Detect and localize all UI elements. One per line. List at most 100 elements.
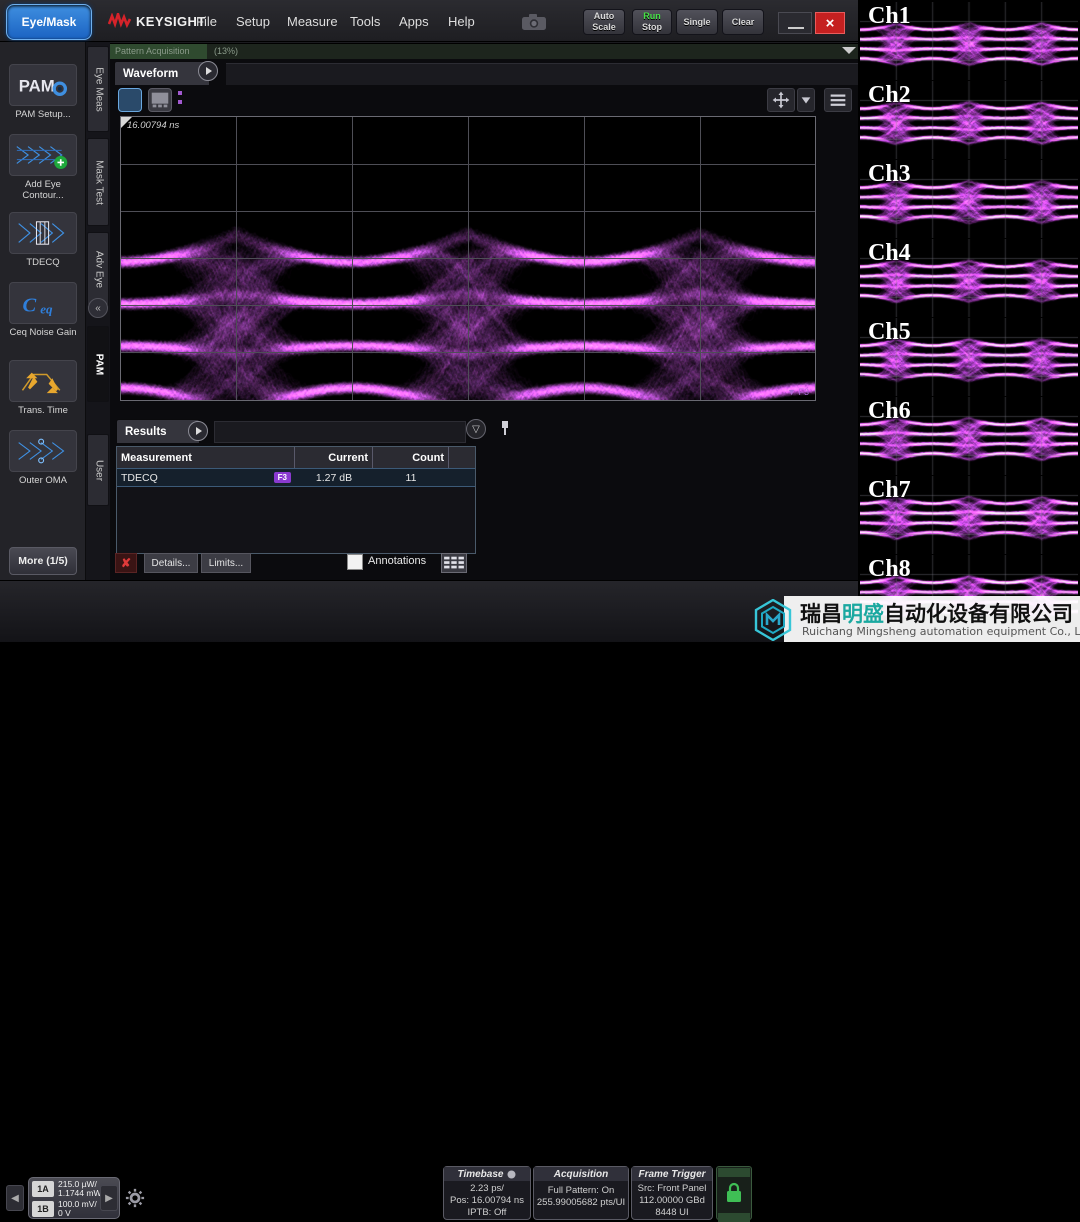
menu-tools[interactable]: Tools [350,14,380,29]
pam-tool-rail: PAM PAM Setup... Add Eye [0,42,86,602]
tdecq-icon [9,212,77,254]
table-view-icon[interactable] [441,553,467,573]
more-label: More (1/5) [18,555,68,567]
single-label: Single [683,17,710,28]
dropdown-caret-icon[interactable] [797,88,815,112]
channel-cell-ch5[interactable]: Ch5 [860,318,1078,396]
expand-results-chevron-icon[interactable]: ▽ [466,419,486,439]
menu-measure[interactable]: Measure [287,14,338,29]
waveform-panel: Waveform [110,59,858,416]
channel-1a-key: 1A [32,1181,54,1197]
ceq-noise-gain-icon: C eq [9,282,77,324]
watermark-company-en: Ruichang Mingsheng automation equipment … [802,625,1080,638]
menu-hamburger-icon[interactable] [824,88,852,112]
vtab-pam[interactable]: PAM [87,326,109,402]
company-logo-icon [752,599,794,641]
col-spacer [449,447,475,468]
single-button[interactable]: Single [676,9,718,35]
channel-cell-ch6[interactable]: Ch6 [860,397,1078,475]
channel-cell-ch1[interactable]: Ch1 [860,2,1078,80]
vtab-label: User [94,435,105,507]
color-grade-dots-icon[interactable] [178,91,182,109]
channel-label: Ch3 [868,161,911,188]
vtab-adv-eye[interactable]: Adv Eye [87,232,109,306]
svg-text:C: C [22,294,36,316]
timebase-dot-icon [507,1170,516,1179]
status-bar: ◀ 1A 215.0 µW/ 1.1744 mW 1B 100.0 mV/ 0 … [0,580,858,642]
results-play-icon[interactable] [188,421,208,441]
waveform-tab-row: Waveform [110,59,858,85]
outer-oma-icon [9,430,77,472]
vtab-eye-meas[interactable]: Eye Meas [87,46,109,132]
vtab-user[interactable]: User [87,434,109,506]
svg-text:eq: eq [40,301,53,316]
progress-label: Pattern Acquisition [115,46,190,56]
channel-cell-ch7[interactable]: Ch7 [860,476,1078,554]
auto-scale-line2: Scale [592,22,616,33]
timebase-title: Timebase [444,1167,530,1181]
pin-icon[interactable] [499,420,511,436]
pattern-acquisition-progress: Pattern Acquisition (13%) [110,43,858,59]
tab-waveform-label: Waveform [123,68,178,80]
waveform-play-icon[interactable] [198,61,218,81]
table-row[interactable]: TDECQ F3 1.27 dB 11 [117,468,475,487]
lock-status-box[interactable] [716,1166,752,1220]
eye-mask-label: Eye/Mask [22,15,77,29]
channel-label: Ch2 [868,82,911,109]
limits-button[interactable]: Limits... [201,553,251,573]
frame-trigger-panel[interactable]: Frame Trigger Src: Front Panel 112.00000… [631,1166,713,1220]
channel-1b-values: 100.0 mV/ 0 V [58,1200,97,1218]
eye-mask-mode-button[interactable]: Eye/Mask [6,4,92,40]
cell-spacer [449,469,475,486]
collapse-panel-icon[interactable]: « [88,298,108,318]
channel-cell-ch4[interactable]: Ch4 [860,239,1078,317]
channel-label: Ch4 [868,240,911,267]
measurement-table: Measurement Current Count TDECQ F3 1.27 … [116,446,476,554]
prev-channel-button[interactable]: ◀ [6,1185,24,1211]
waveform-toolbar [110,85,858,115]
tab-waveform[interactable]: Waveform [114,61,210,85]
tool-ceq-noise-gain[interactable]: C eq Ceq Noise Gain [9,282,77,338]
stop-label: Stop [642,22,662,33]
channel-label: Ch6 [868,398,911,425]
vtab-mask-test[interactable]: Mask Test [87,138,109,226]
tool-transition-time[interactable]: Trans. Time [9,360,77,416]
channel-eye-diagram-panel: Ch1 Ch2 Ch3 Ch4 Ch5 Ch6 Ch7 Ch8 [858,0,1080,642]
delete-measurement-icon[interactable]: ✘ [115,553,137,573]
run-stop-button[interactable]: Run Stop [632,9,672,35]
pan-icon[interactable] [767,88,795,112]
settings-gear-icon[interactable] [124,1185,146,1211]
close-icon: × [826,15,835,32]
menu-help[interactable]: Help [448,14,475,29]
close-button[interactable]: × [815,12,845,34]
menu-apps[interactable]: Apps [399,14,429,29]
channel-label: Ch8 [868,556,911,583]
menu-setup[interactable]: Setup [236,14,270,29]
camera-icon[interactable] [518,12,550,32]
acquisition-panel[interactable]: Acquisition Full Pattern: On 255.9900568… [533,1166,629,1220]
tool-tdecq[interactable]: TDECQ [9,212,77,268]
lock-icon [722,1180,746,1206]
menu-file[interactable]: File [196,14,217,29]
grid-mode-icon[interactable] [148,88,172,112]
tool-add-eye-contour[interactable]: Add Eye Contour... [9,134,77,201]
tool-pam-setup[interactable]: PAM PAM Setup... [9,64,77,120]
annotations-label: Annotations [368,555,426,567]
details-button[interactable]: Details... [144,553,198,573]
channel-cell-ch2[interactable]: Ch2 [860,81,1078,159]
clear-button[interactable]: Clear [722,9,764,35]
tool-outer-oma[interactable]: Outer OMA [9,430,77,486]
timebase-panel[interactable]: Timebase 2.23 ps/ Pos: 16.00794 ns IPTB:… [443,1166,531,1220]
oscilloscope-application: Eye/Mask KEYSIGHT File Setup Measure Too… [0,0,858,642]
channel-cell-ch3[interactable]: Ch3 [860,160,1078,238]
tool-label: Trans. Time [9,405,77,416]
display-mode-icon[interactable] [118,88,142,112]
cell-count: 11 [373,469,449,486]
next-channel-button[interactable]: ▶ [100,1185,118,1211]
minimize-button[interactable] [778,12,812,34]
auto-scale-button[interactable]: Auto Scale [583,9,625,35]
waveform-graticule[interactable]: 16.00794 ns ▼ F3 [120,116,816,401]
annotations-checkbox[interactable] [347,554,363,570]
more-tools-button[interactable]: More (1/5) [9,547,77,575]
progress-dropdown-icon[interactable] [842,47,856,54]
